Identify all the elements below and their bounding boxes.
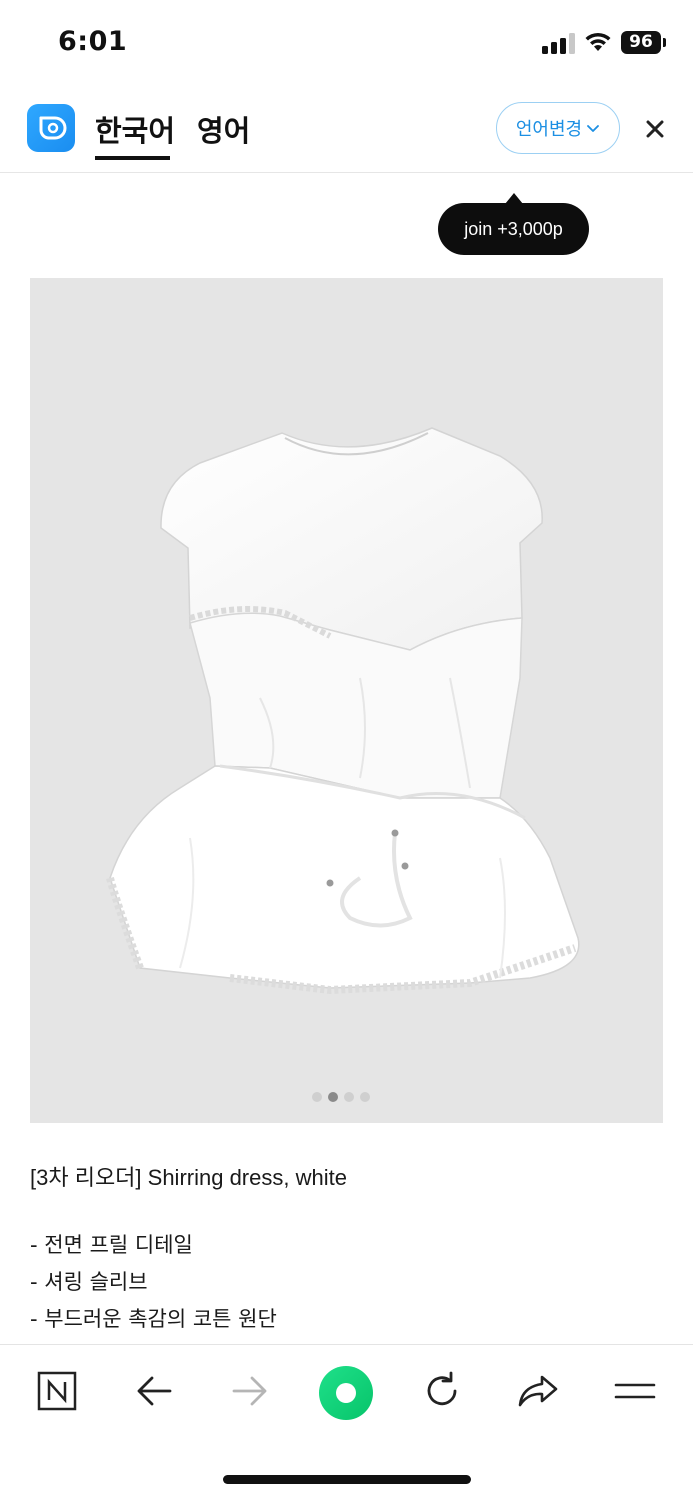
tab-korean[interactable]: 한국어 [95,108,175,150]
back-arrow-icon[interactable] [130,1367,178,1415]
description-line: - 셔링 슬리브 [30,1270,148,1294]
chevron-down-icon [587,125,600,132]
green-dot-icon[interactable] [318,1365,374,1421]
close-icon[interactable] [640,114,670,144]
reload-icon[interactable] [418,1367,466,1415]
forward-arrow-icon[interactable] [226,1367,274,1415]
signal-icon [542,32,576,54]
product-image[interactable] [30,278,663,1123]
translator-logo-icon [27,104,75,152]
share-icon[interactable] [514,1367,562,1415]
carousel-dot-active[interactable] [328,1092,338,1102]
product-title: [3차 리오더] Shirring dress, white [30,1165,347,1190]
description-line: - 부드러운 촉감의 코튼 원단 [30,1307,277,1331]
description-line: - 전면 프릴 디테일 [30,1233,193,1257]
status-bar: 6:01 96 [0,0,693,88]
naver-icon[interactable] [33,1367,81,1415]
change-language-label: 언어변경 [515,119,583,140]
carousel-dot[interactable] [344,1092,354,1102]
carousel-dot[interactable] [312,1092,322,1102]
carousel-dots [312,1092,370,1102]
tab-english[interactable]: 영어 [197,108,250,150]
menu-icon[interactable] [611,1367,659,1415]
tab-korean-underline [95,156,170,160]
wifi-icon [585,32,611,51]
dress-illustration [106,427,580,995]
home-indicator [223,1475,471,1484]
battery-cap [663,38,666,47]
join-points-tooltip[interactable]: join +3,000p [438,203,589,255]
change-language-button[interactable]: 언어변경 [496,102,620,154]
translation-header: 한국어 영어 언어변경 [0,88,693,173]
carousel-dot[interactable] [360,1092,370,1102]
battery-icon: 96 [621,31,661,54]
status-time: 6:01 [58,26,128,57]
